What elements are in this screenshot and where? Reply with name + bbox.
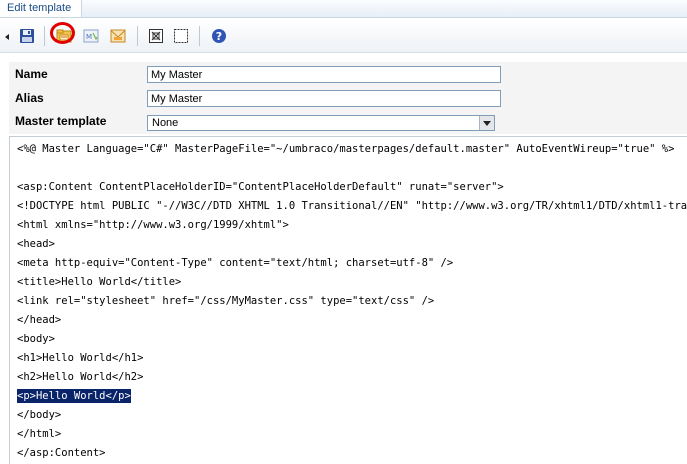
code-line[interactable]: <html xmlns="http://www.w3.org/1999/xhtm… (17, 218, 289, 232)
macro-icon[interactable]: M (83, 28, 99, 44)
field-box-icon[interactable] (148, 28, 164, 44)
master-template-selected-value: None (152, 117, 179, 129)
svg-text:?: ? (216, 30, 222, 43)
template-properties-form: Name Alias Master template None (9, 62, 687, 134)
toolbar: M ? (0, 20, 687, 53)
master-template-label: Master template (15, 114, 107, 128)
toolbar-separator (44, 26, 45, 46)
help-icon[interactable]: ? (211, 28, 227, 44)
alias-input[interactable] (147, 90, 501, 107)
dropdown-arrow-icon[interactable] (479, 116, 494, 130)
code-line[interactable]: <body> (17, 332, 55, 346)
code-line-selected[interactable]: <p>Hello World</p> (17, 389, 131, 403)
code-line[interactable]: <!DOCTYPE html PUBLIC "-//W3C//DTD XHTML… (17, 199, 687, 213)
toolbar-separator (137, 26, 138, 46)
template-code-editor[interactable]: <%@ Master Language="C#" MasterPageFile=… (9, 136, 687, 464)
code-line[interactable]: <title>Hello World</title> (17, 275, 181, 289)
code-line[interactable]: </html> (17, 427, 61, 441)
dashed-box-icon[interactable] (173, 28, 189, 44)
code-line[interactable]: <meta http-equiv="Content-Type" content=… (17, 256, 453, 270)
floppy-disk-icon[interactable] (19, 28, 35, 44)
code-line[interactable]: <asp:Content ContentPlaceHolderID="Conte… (17, 180, 504, 194)
master-template-select[interactable]: None (147, 115, 495, 131)
toolbar-separator (199, 26, 200, 46)
title-bar: Edit template (0, 0, 687, 18)
code-line[interactable]: <%@ Master Language="C#" MasterPageFile=… (17, 142, 674, 156)
alias-label: Alias (15, 91, 44, 105)
name-label: Name (15, 67, 48, 81)
name-input[interactable] (147, 66, 501, 83)
email-template-icon[interactable] (110, 28, 126, 44)
code-line[interactable]: <head> (17, 237, 55, 251)
window-title-tab[interactable]: Edit template (0, 0, 83, 17)
code-line[interactable]: </body> (17, 408, 61, 422)
code-line[interactable]: </head> (17, 313, 61, 327)
toolbar-handle-icon[interactable] (5, 34, 9, 40)
code-line[interactable]: <link rel="stylesheet" href="/css/MyMast… (17, 294, 434, 308)
svg-text:M: M (86, 33, 92, 41)
code-line[interactable]: <h2>Hello World</h2> (17, 370, 143, 384)
code-line[interactable]: <h1>Hello World</h1> (17, 351, 143, 365)
folder-box-icon[interactable] (56, 28, 72, 44)
code-line[interactable]: </asp:Content> (17, 446, 106, 460)
